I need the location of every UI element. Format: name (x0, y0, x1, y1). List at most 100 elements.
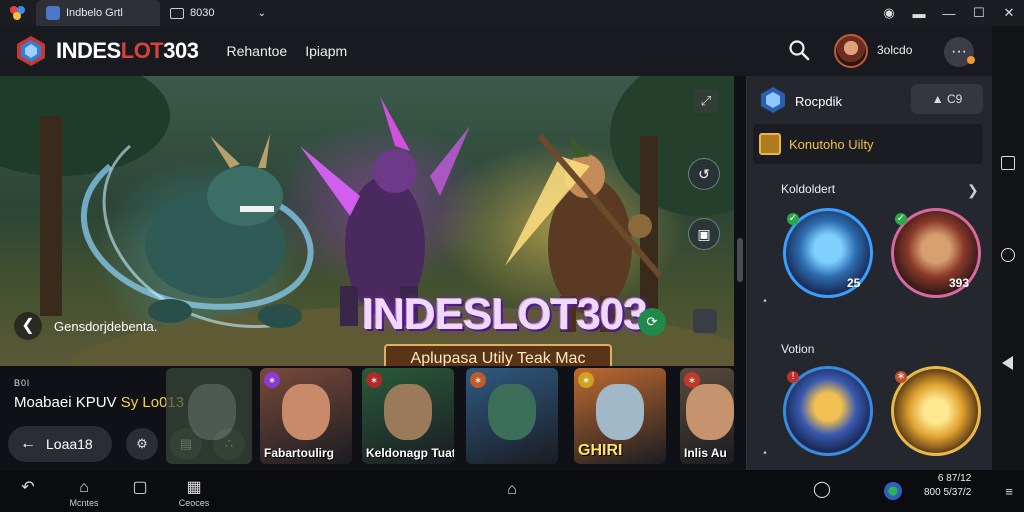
tab-secondary[interactable]: 8030 ⌄ (160, 0, 276, 26)
card-portrait (384, 384, 432, 440)
fullscreen-icon[interactable]: ▣ (688, 218, 720, 250)
nav-link[interactable]: Rehantoe (226, 43, 287, 59)
badge-icon: ! (787, 371, 799, 383)
brand-logo-icon[interactable] (14, 34, 48, 68)
previous-slide-button[interactable]: ❮ (14, 312, 42, 340)
record-icon[interactable]: ◉ (874, 5, 904, 21)
card-label: Inlis Au (684, 446, 727, 460)
game-card[interactable]: ∗ (466, 368, 558, 464)
card-portrait (596, 384, 644, 440)
right-panel: Rocpdik ▲ C9 Konutoho Uilty Koldoldert ❯… (746, 76, 992, 470)
utility-row[interactable]: Konutoho Uilty (753, 124, 983, 164)
panel-action-button[interactable]: ▲ C9 (911, 84, 983, 114)
scrollbar[interactable] (734, 76, 746, 470)
grid-icon: ▦ (186, 479, 202, 496)
hero-title: INDESLOT303 (362, 290, 648, 339)
hero-caption: Gensdorjdebenta. (54, 319, 158, 334)
card-label: Fabartoulirg (264, 446, 335, 460)
back-icon[interactable] (1002, 356, 1013, 370)
card-badge-icon: ∗ (470, 372, 486, 388)
upload-icon: ▲ (931, 92, 944, 106)
brand-name: INDESLOT303 (56, 38, 199, 63)
home-icon[interactable] (1001, 248, 1015, 262)
screenshot-button[interactable]: ▢ (124, 478, 156, 498)
assistant-icon: ◯ (813, 481, 831, 498)
section-heading: Koldoldert (781, 182, 836, 196)
card-portrait (282, 384, 330, 440)
check-icon: ✓ (787, 213, 799, 225)
assistant-button[interactable]: ◯ (810, 480, 834, 500)
pin-icon: • (763, 296, 767, 307)
games-nav-button[interactable]: ▦ Ceoces (172, 478, 216, 508)
card-portrait (686, 384, 734, 440)
game-card[interactable]: ∗ Keldonagp Tuat (362, 368, 454, 464)
app-launcher-icon[interactable] (0, 0, 36, 26)
panel-title: Rocpdik (795, 94, 842, 109)
card-label: Keldonagp Tuat (366, 446, 454, 460)
home-outline-icon: ⌂ (507, 481, 517, 498)
hero-banner[interactable]: ⤢ ↺ ▣ INDESLOT303 Aplupasa Utily Teak Ma… (0, 76, 734, 366)
hero-value: 25 (847, 276, 861, 290)
utility-label: Konutoho Uilty (789, 136, 874, 152)
section-heading: Votion (781, 342, 815, 356)
game-card[interactable]: ∗ GHIRI (574, 368, 666, 464)
chevron-right-icon[interactable]: ❯ (967, 182, 979, 199)
card-badge-icon: ∗ (684, 372, 700, 388)
system-bar: Indbelo Grtl 8030 ⌄ ◉ ▬ — ☐ ✕ (0, 0, 1024, 26)
collapse-icon[interactable]: ⤢ (694, 89, 718, 113)
search-icon[interactable] (788, 39, 810, 61)
back-button[interactable]: ← Loaa18 (8, 426, 112, 462)
section-title: Moabaei KPUV Sy Lo013 (14, 394, 185, 411)
pin-icon: • (763, 448, 767, 459)
game-carousel: B0l Moabaei KPUV Sy Lo013 ← Loaa18 ⚙ ▤ ∴… (0, 366, 734, 470)
home-nav-button[interactable]: ⌂ Mcntes (62, 478, 106, 508)
game-card[interactable]: ∗ Fabartoulirg (260, 368, 352, 464)
status-tray-icon[interactable] (884, 482, 902, 500)
section-tag: B0l (14, 378, 31, 388)
game-card[interactable] (166, 368, 252, 464)
tab-main[interactable]: Indbelo Grtl (36, 0, 160, 26)
nav-link[interactable]: Ipiapm (305, 43, 347, 59)
undo-icon: ↶ (21, 479, 35, 496)
avatar[interactable] (834, 34, 868, 68)
minimize-icon[interactable]: — (934, 6, 964, 21)
tray-menu-button[interactable]: ≡ (1000, 482, 1018, 502)
screenshot-icon: ▢ (132, 479, 148, 496)
game-card[interactable]: ∗ Inlis Au (680, 368, 734, 464)
home-button[interactable]: ⌂ (500, 480, 524, 500)
card-portrait (488, 384, 536, 440)
tab-label: 8030 (190, 7, 215, 19)
undo-button[interactable]: ↶ (16, 478, 40, 498)
window-tab-icon (170, 7, 184, 19)
settings-icon[interactable]: ⚙ (126, 428, 158, 460)
minimize-to-tray-icon[interactable]: ▬ (904, 6, 934, 21)
scrollbar-thumb[interactable] (737, 238, 743, 282)
refresh-icon[interactable]: ↺ (688, 158, 720, 190)
clock: 6 87/12 800 5/37/2 (924, 473, 972, 498)
arrow-left-icon: ← (20, 435, 36, 452)
utility-icon (759, 133, 781, 155)
panel-logo-icon (761, 87, 785, 113)
hero-value: 393 (949, 276, 970, 290)
card-badge-icon: ∗ (578, 372, 594, 388)
card-badge-icon: ∗ (264, 372, 280, 388)
restore-icon[interactable]: ☐ (964, 5, 994, 21)
chat-icon[interactable] (693, 309, 717, 333)
app-tab-icon (46, 6, 60, 20)
close-icon[interactable]: ✕ (994, 5, 1024, 21)
notification-dot (967, 56, 975, 64)
tab-label: Indbelo Grtl (66, 7, 123, 19)
card-badge-icon: ∗ (366, 372, 382, 388)
bottom-navigation: ↶ ⌂ Mcntes ▢ ▦ Ceoces ⌂ ◯ 6 87/12 800 5/… (0, 470, 1024, 512)
badge-icon: ∗ (895, 371, 907, 383)
nav-label: Ceoces (178, 498, 210, 508)
nav-label: Mcntes (69, 498, 99, 508)
hero-subtitle: Aplupasa Utily Teak Mac (384, 344, 612, 366)
device-side-bar (992, 26, 1024, 470)
recents-icon[interactable] (1001, 156, 1015, 170)
chevron-down-icon[interactable]: ⌄ (258, 8, 266, 19)
username[interactable]: 3olcdo (877, 43, 912, 57)
share-icon[interactable]: ⟳ (638, 308, 666, 336)
house-icon: ⌂ (79, 479, 89, 496)
check-icon: ✓ (895, 213, 907, 225)
